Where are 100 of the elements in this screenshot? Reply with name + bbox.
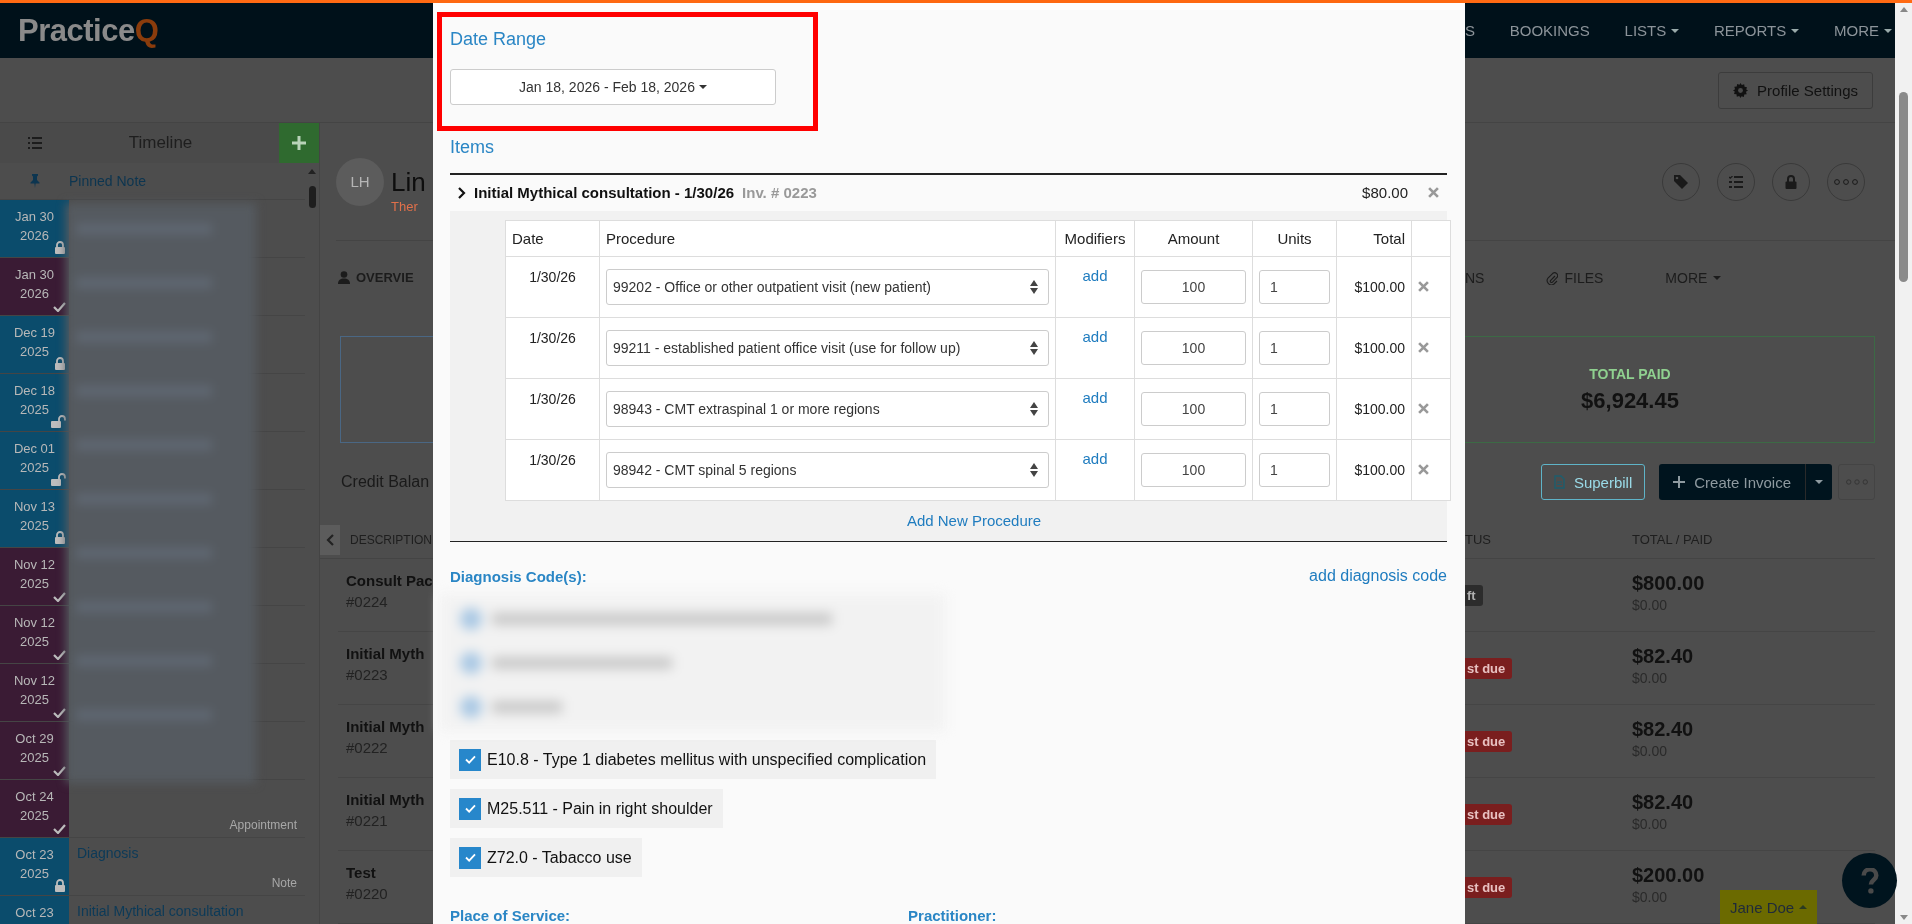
amount-field[interactable]: 100 — [1141, 269, 1246, 304]
scrollbar-thumb[interactable] — [308, 186, 316, 208]
more-button[interactable] — [1827, 162, 1865, 201]
tag-button[interactable] — [1662, 162, 1700, 201]
entry-date: Nov 12 — [13, 557, 56, 572]
amount-field[interactable]: 100 — [1141, 452, 1246, 487]
procedure-select[interactable]: 99211 - established patient office visit (use for follow up) — [606, 329, 1049, 366]
document-icon — [1553, 475, 1565, 489]
date-range-dropdown[interactable]: Jan 18, 2026 - Feb 18, 2026 — [450, 69, 776, 105]
date-block[interactable]: Nov 12 2025 — [0, 606, 69, 663]
caret-icon — [1815, 480, 1823, 484]
date-block[interactable]: Nov 12 2025 — [0, 548, 69, 605]
procedure-select[interactable]: 98943 - CMT extraspinal 1 or more regions — [606, 390, 1049, 427]
date-block[interactable]: Jan 30 2026 — [0, 258, 69, 315]
create-invoice-button[interactable]: Create Invoice — [1659, 464, 1806, 500]
sort-arrows-icon — [1030, 462, 1038, 477]
help-button[interactable] — [1842, 853, 1897, 908]
entry-date: Oct 23 — [15, 847, 54, 862]
remove-icon[interactable] — [1418, 342, 1429, 354]
patient-name: Lin — [391, 167, 426, 197]
entry-year: 2025 — [20, 576, 49, 591]
checkbox[interactable] — [459, 748, 481, 771]
list-icon[interactable] — [28, 137, 42, 149]
entry-date: Oct 29 — [15, 731, 54, 746]
scroll-up-icon[interactable] — [308, 169, 316, 174]
scrollbar-thumb[interactable] — [1899, 92, 1908, 282]
units-field[interactable]: 1 — [1259, 269, 1330, 304]
nav-item[interactable]: LISTS — [1624, 22, 1680, 39]
date-block[interactable]: Dec 18 2025 — [0, 374, 69, 431]
remove-icon[interactable] — [1418, 403, 1429, 415]
add-modifier-link[interactable]: add — [1082, 449, 1108, 467]
checklist-icon — [1729, 175, 1743, 188]
entry-year: 2025 — [20, 808, 49, 823]
procedure-select[interactable]: 99202 - Office or other outpatient visit (new patient) — [606, 268, 1049, 305]
units-field[interactable]: 1 — [1259, 391, 1330, 426]
add-button[interactable] — [279, 123, 319, 163]
procedure-select[interactable]: 98942 - CMT spinal 5 regions — [606, 451, 1049, 488]
date-block[interactable]: Oct 24 2025 — [0, 780, 69, 837]
entry-type: Note — [271, 876, 297, 890]
date-block[interactable]: Dec 19 2025 — [0, 316, 69, 373]
checklist-button[interactable] — [1717, 162, 1755, 201]
date-block[interactable]: Dec 01 2025 — [0, 432, 69, 489]
date-block[interactable]: Oct 23 — [0, 896, 69, 924]
remove-icon[interactable] — [1418, 464, 1429, 476]
table-cell: 1/30/26 — [505, 378, 600, 440]
caret-icon — [1799, 905, 1808, 909]
nav-item[interactable]: S — [1465, 22, 1475, 39]
date-block[interactable]: Jan 30 2026 — [0, 200, 69, 257]
entry-year: 2025 — [20, 634, 49, 649]
check-icon — [464, 804, 476, 813]
summary-value: $6,924.45 — [1581, 387, 1679, 414]
scroll-down-icon[interactable] — [1899, 915, 1908, 920]
collapse-button[interactable] — [320, 524, 340, 555]
units-field[interactable]: 1 — [1259, 452, 1330, 487]
sort-arrows-icon — [1030, 279, 1038, 294]
entry-year: 2025 — [20, 402, 49, 417]
table-cell: $100.00 — [1336, 317, 1412, 379]
chevron-icon — [326, 533, 334, 546]
units-field[interactable]: 1 — [1259, 330, 1330, 365]
add-modifier-link[interactable]: add — [1082, 388, 1108, 406]
dropdown-button[interactable] — [1806, 464, 1832, 500]
nav-item[interactable]: BOOKINGS — [1509, 22, 1590, 39]
column-header: Date — [505, 220, 600, 257]
status-badge: st due — [1465, 730, 1513, 752]
amount-field[interactable]: 100 — [1141, 391, 1246, 426]
add-procedure-link[interactable]: Add New Procedure — [906, 512, 1042, 530]
column-header: Units — [1252, 220, 1337, 257]
entry-date: Dec 19 — [13, 325, 56, 340]
checkbox[interactable] — [459, 797, 481, 820]
patient-subtitle: Ther — [391, 199, 419, 214]
add-modifier-link[interactable]: add — [1082, 266, 1108, 284]
status-badge: st due — [1465, 876, 1513, 898]
close-icon[interactable] — [1428, 187, 1439, 199]
table-cell: $100.00 — [1336, 378, 1412, 440]
add-modifier-link[interactable]: add — [1082, 327, 1108, 345]
date-block[interactable]: Oct 29 2025 — [0, 722, 69, 779]
scroll-up-icon[interactable] — [1899, 7, 1908, 12]
remove-icon[interactable] — [1418, 281, 1429, 293]
date-block[interactable]: Oct 23 2025 — [0, 838, 69, 895]
nav-item[interactable]: REPORTS — [1714, 22, 1800, 39]
entry-year: 2026 — [20, 228, 49, 243]
dots-icon — [1834, 178, 1858, 185]
item-amount: $80.00 — [1362, 184, 1408, 202]
entry-year: 2025 — [20, 460, 49, 475]
date-block[interactable]: Nov 13 2025 — [0, 490, 69, 547]
column-header: Amount — [1134, 220, 1253, 257]
column-header: Total — [1336, 220, 1412, 257]
entry-date: Dec 18 — [13, 383, 56, 398]
chevron-icon[interactable] — [458, 186, 466, 199]
field-label: Place of Service: — [450, 907, 571, 924]
amount-field[interactable]: 100 — [1141, 330, 1246, 365]
diagnosis-code: E10.8 - Type 1 diabetes mellitus with unspecified complication — [487, 750, 927, 769]
lock-button[interactable] — [1772, 162, 1810, 201]
entry-date: Dec 01 — [13, 441, 56, 456]
nav-item[interactable]: MORE — [1834, 22, 1892, 39]
date-block[interactable]: Nov 12 2025 — [0, 664, 69, 721]
superbill-button[interactable]: Superbill — [1540, 464, 1646, 500]
add-diagnosis-link[interactable]: add diagnosis code — [1309, 567, 1447, 586]
checkbox[interactable] — [459, 846, 481, 869]
column-header: Procedure — [599, 220, 1056, 257]
